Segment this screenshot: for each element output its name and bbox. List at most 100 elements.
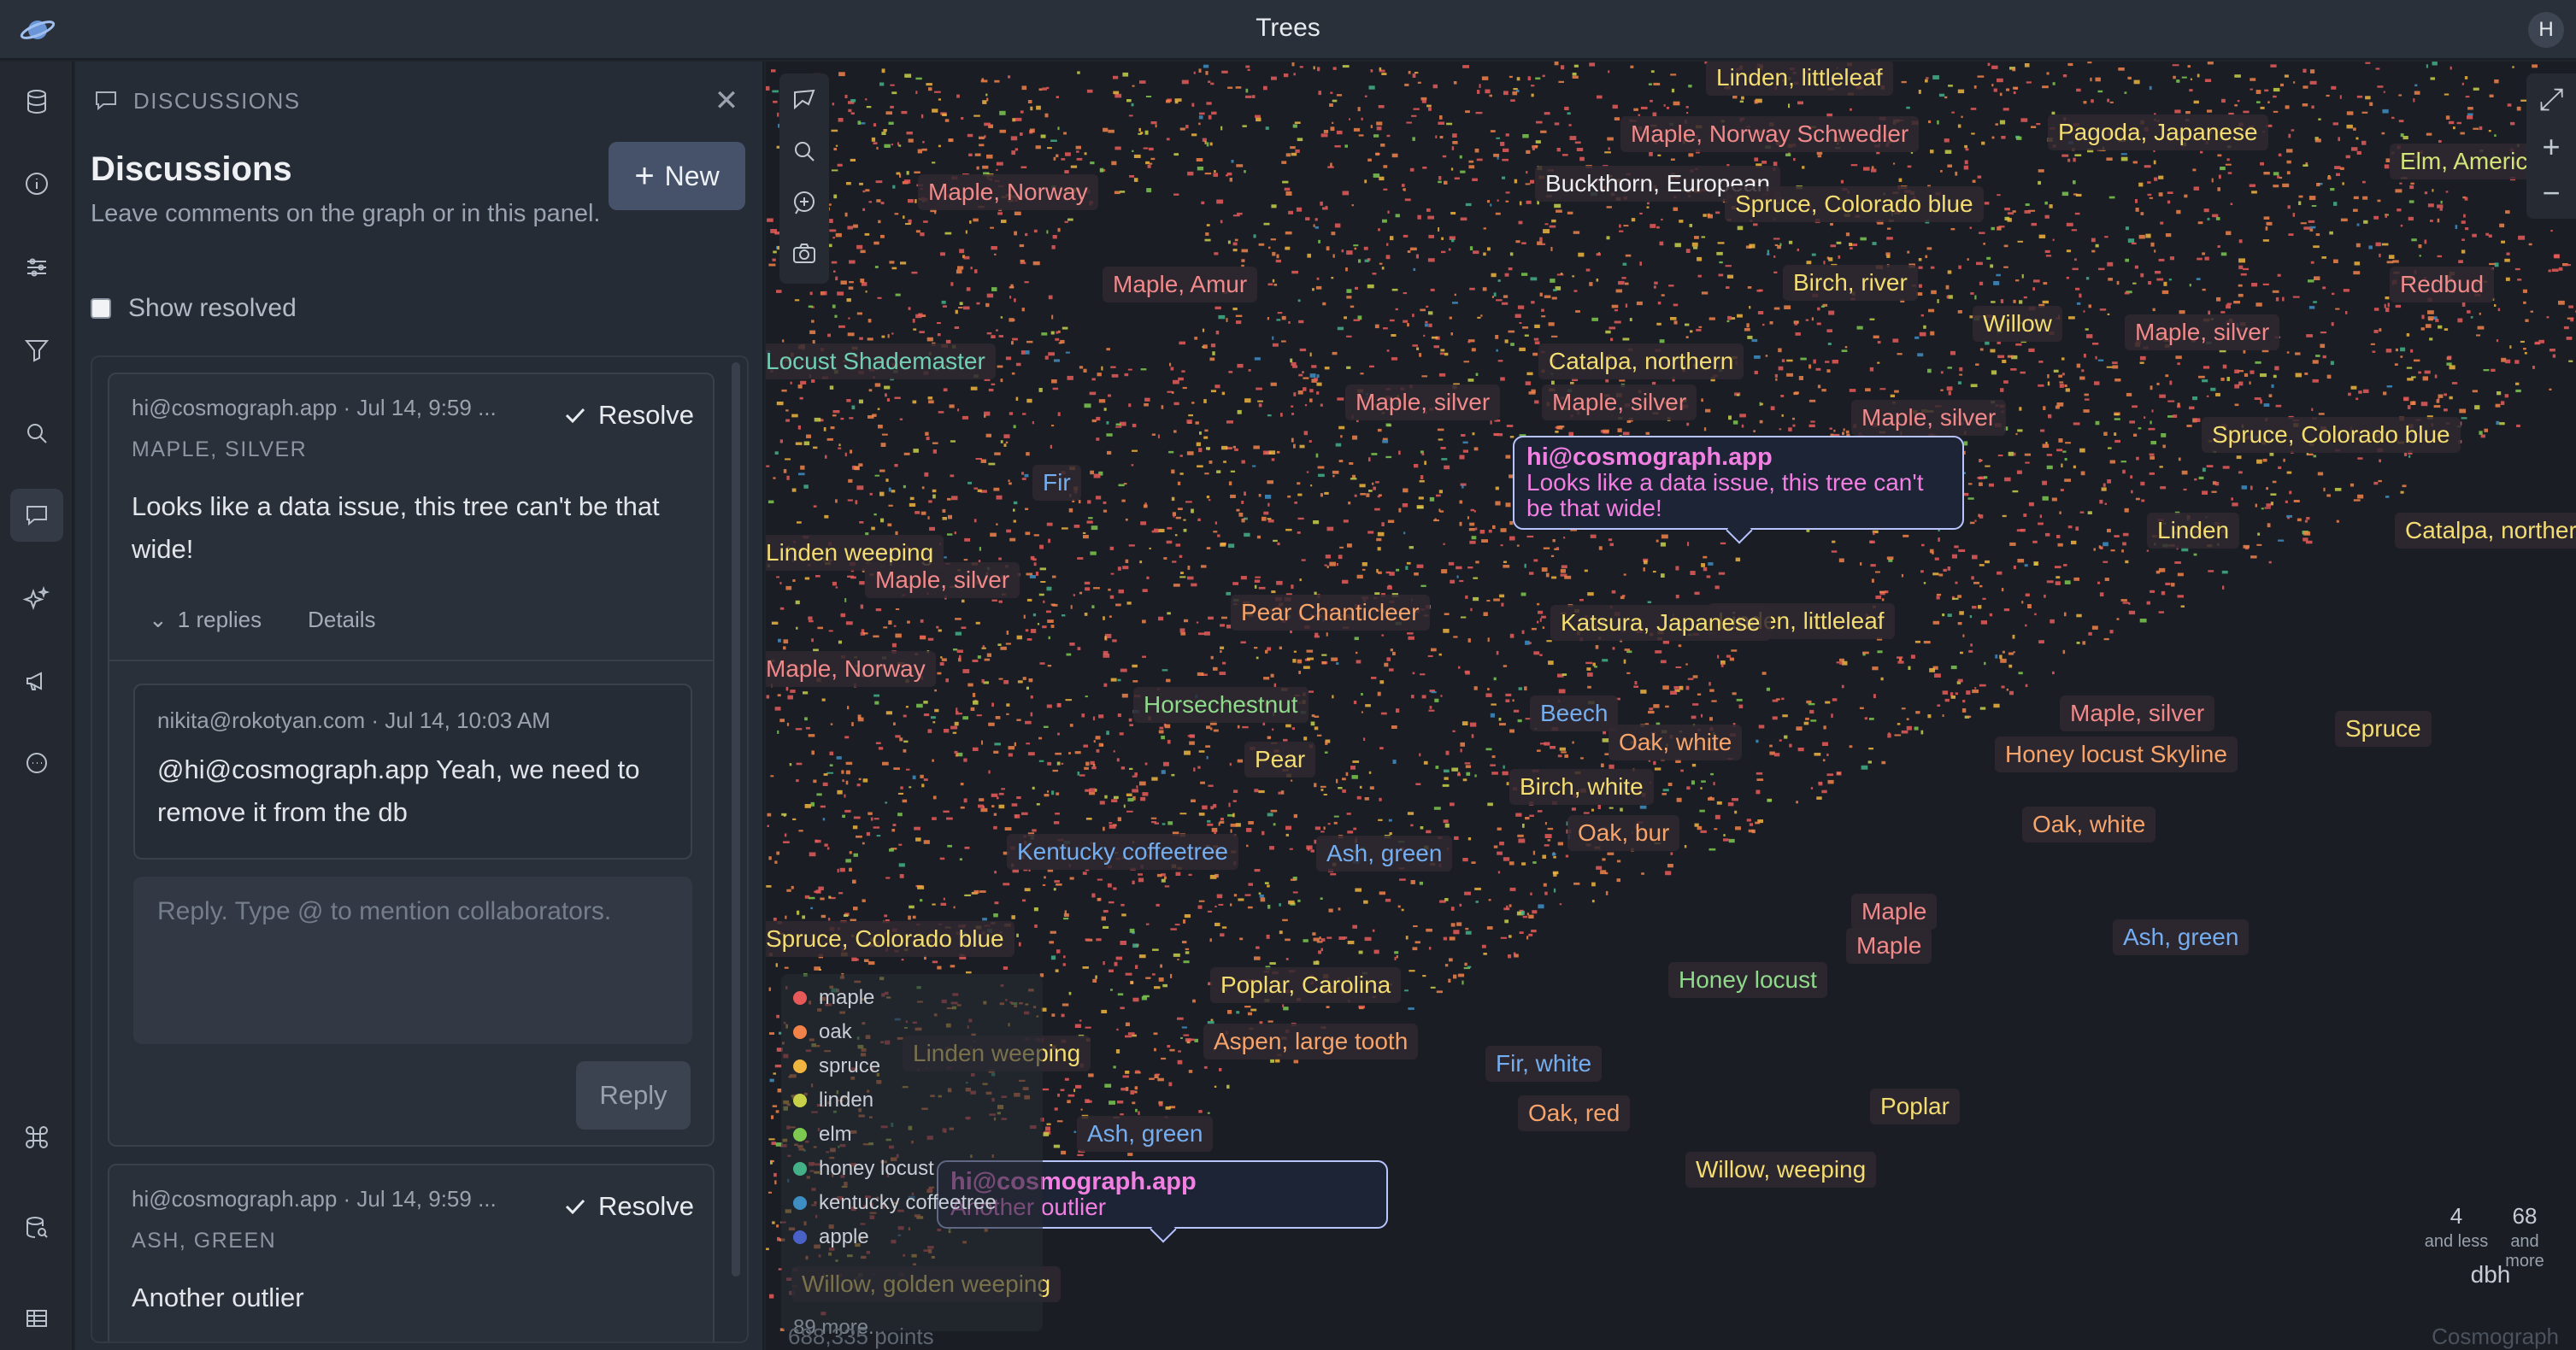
- map-label[interactable]: Maple, silver: [1345, 384, 1501, 420]
- new-discussion-button[interactable]: + New: [609, 142, 745, 210]
- map-label[interactable]: Oak, bur: [1567, 815, 1680, 851]
- map-label[interactable]: Spruce, Colorado blue: [766, 921, 1015, 957]
- map-label[interactable]: Willow, weeping: [1685, 1152, 1877, 1188]
- left-rail: [0, 62, 74, 1350]
- reply-button[interactable]: Reply: [576, 1061, 691, 1130]
- search-icon[interactable]: [10, 407, 63, 460]
- zoom-in-icon[interactable]: +: [2526, 123, 2576, 171]
- comment-tooltip[interactable]: hi@cosmograph.app Looks like a data issu…: [1513, 436, 1964, 530]
- map-label[interactable]: Maple: [1851, 894, 1938, 930]
- map-label[interactable]: Maple, Norway: [766, 651, 936, 687]
- threads-list[interactable]: hi@cosmograph.app · Jul 14, 9:59 ... MAP…: [91, 355, 749, 1343]
- threads-scrollbar[interactable]: [732, 362, 740, 1277]
- map-label[interactable]: Horsechestnut: [1133, 687, 1309, 723]
- legend-item[interactable]: spruce: [793, 1054, 880, 1078]
- map-label[interactable]: Pagoda, Japanese: [2048, 114, 2268, 150]
- legend-item[interactable]: elm: [793, 1123, 852, 1147]
- map-label[interactable]: Oak, red: [1518, 1095, 1631, 1131]
- map-label[interactable]: Ash, green: [1077, 1116, 1214, 1152]
- size-legend: 4 and less 68 and more dbh: [2422, 1183, 2576, 1288]
- user-avatar[interactable]: H: [2528, 12, 2564, 48]
- legend-item[interactable]: apple: [793, 1225, 869, 1249]
- map-label[interactable]: Kentucky coffeetree: [1007, 834, 1238, 870]
- size-max-value: 68: [2512, 1203, 2538, 1229]
- chat-bubble-icon[interactable]: [10, 737, 63, 789]
- replies-toggle[interactable]: ⌄ 1 replies: [149, 607, 262, 633]
- map-label[interactable]: Maple, silver: [1851, 400, 2007, 436]
- reply-input[interactable]: [133, 877, 692, 1044]
- map-label[interactable]: Spruce, Colorado blue: [1725, 186, 1984, 222]
- info-icon[interactable]: [10, 157, 63, 210]
- thread-tag[interactable]: MAPLE, SILVER: [132, 437, 307, 462]
- legend-item[interactable]: linden: [793, 1089, 873, 1112]
- tooltip-user: hi@cosmograph.app: [1526, 443, 1773, 471]
- table-icon[interactable]: [10, 1292, 63, 1345]
- legend-item[interactable]: oak: [793, 1020, 852, 1044]
- map-label[interactable]: Birch, river: [1783, 265, 1918, 301]
- map-label[interactable]: Oak, white: [1609, 725, 1743, 760]
- tree-map-canvas[interactable]: Linden, littleleafMaple, Norway columnar…: [766, 62, 2576, 1350]
- map-label[interactable]: Katsura, Japanese: [1550, 605, 1771, 641]
- map-label[interactable]: Catalpa, northern: [2395, 513, 2576, 549]
- map-label[interactable]: Maple, Norway: [918, 174, 1098, 210]
- zoom-out-icon[interactable]: −: [2526, 169, 2576, 217]
- filter-icon[interactable]: [10, 323, 63, 376]
- search-icon[interactable]: [779, 126, 829, 176]
- map-label[interactable]: Redbud: [2390, 267, 2495, 302]
- map-label[interactable]: Pear Chanticleer: [1231, 595, 1430, 631]
- map-label[interactable]: Willow: [1973, 306, 2062, 342]
- show-resolved-checkbox[interactable]: [91, 298, 111, 319]
- database-search-icon[interactable]: [10, 1201, 63, 1254]
- details-link[interactable]: Details: [308, 607, 375, 633]
- map-label[interactable]: Maple, silver: [2125, 314, 2280, 350]
- database-icon[interactable]: [10, 75, 63, 128]
- map-label[interactable]: Maple, silver: [1542, 384, 1697, 420]
- legend-item[interactable]: maple: [793, 986, 874, 1010]
- map-label[interactable]: Poplar: [1870, 1089, 1960, 1124]
- lasso-select-icon[interactable]: [779, 75, 829, 125]
- map-label[interactable]: Fir: [1032, 465, 1081, 501]
- fullscreen-icon[interactable]: ⤢: [2526, 75, 2576, 123]
- megaphone-icon[interactable]: [10, 654, 63, 707]
- map-label[interactable]: Maple, Norway Schwedler: [1620, 116, 1920, 152]
- sliders-icon[interactable]: [10, 241, 63, 294]
- map-label[interactable]: Poplar, Carolina: [1210, 967, 1402, 1003]
- resolve-button[interactable]: Resolve: [562, 1191, 694, 1222]
- map-label[interactable]: Oak, white: [2022, 807, 2156, 842]
- thread-tag[interactable]: ASH, GREEN: [132, 1229, 276, 1253]
- map-label[interactable]: Ash, green: [2113, 919, 2250, 955]
- camera-icon[interactable]: [779, 229, 829, 279]
- replies-row: ⌄ 1 replies Details: [149, 607, 376, 633]
- map-label[interactable]: Spruce, Colorado blue: [2202, 417, 2461, 453]
- map-label[interactable]: Honey locust Skyline: [1995, 737, 2238, 772]
- map-label[interactable]: Ash, green: [1316, 836, 1453, 872]
- map-label[interactable]: Pear: [1244, 742, 1316, 778]
- map-label[interactable]: Birch, white: [1509, 769, 1654, 805]
- close-icon[interactable]: ✕: [708, 82, 745, 120]
- add-comment-icon[interactable]: [779, 178, 829, 227]
- legend-item[interactable]: kentucky coffeetree: [793, 1191, 997, 1215]
- size-label: dbh: [2470, 1261, 2511, 1288]
- map-label[interactable]: Linden: [2147, 513, 2240, 549]
- legend-item[interactable]: honey locust: [793, 1157, 934, 1181]
- color-legend: maple oak spruce linden elm honey locust kentu…: [781, 974, 1043, 1339]
- map-label[interactable]: Maple, Amur: [1103, 267, 1258, 302]
- map-label[interactable]: Locust Shademaster: [766, 343, 996, 379]
- command-icon[interactable]: [10, 1111, 63, 1164]
- map-label[interactable]: Catalpa, northern: [1538, 343, 1744, 379]
- map-label[interactable]: Fir, white: [1485, 1046, 1603, 1082]
- show-resolved-toggle[interactable]: Show resolved: [91, 294, 297, 323]
- map-label[interactable]: Maple: [1846, 928, 1932, 964]
- map-label[interactable]: Maple, silver: [2060, 696, 2215, 731]
- map-label[interactable]: Linden, littleleaf: [1706, 62, 1893, 96]
- map-label[interactable]: Spruce: [2335, 711, 2432, 747]
- panel-header-label: DISCUSSIONS: [133, 87, 301, 114]
- map-label[interactable]: Maple, silver: [865, 562, 1020, 598]
- map-label[interactable]: Aspen, large tooth: [1203, 1024, 1419, 1059]
- legend-label: maple: [819, 986, 875, 1009]
- map-label[interactable]: Beech: [1530, 696, 1619, 731]
- discussions-icon[interactable]: [10, 489, 63, 542]
- resolve-button[interactable]: Resolve: [562, 400, 694, 431]
- map-label[interactable]: Honey locust: [1668, 962, 1827, 998]
- sparkles-icon[interactable]: [10, 572, 63, 625]
